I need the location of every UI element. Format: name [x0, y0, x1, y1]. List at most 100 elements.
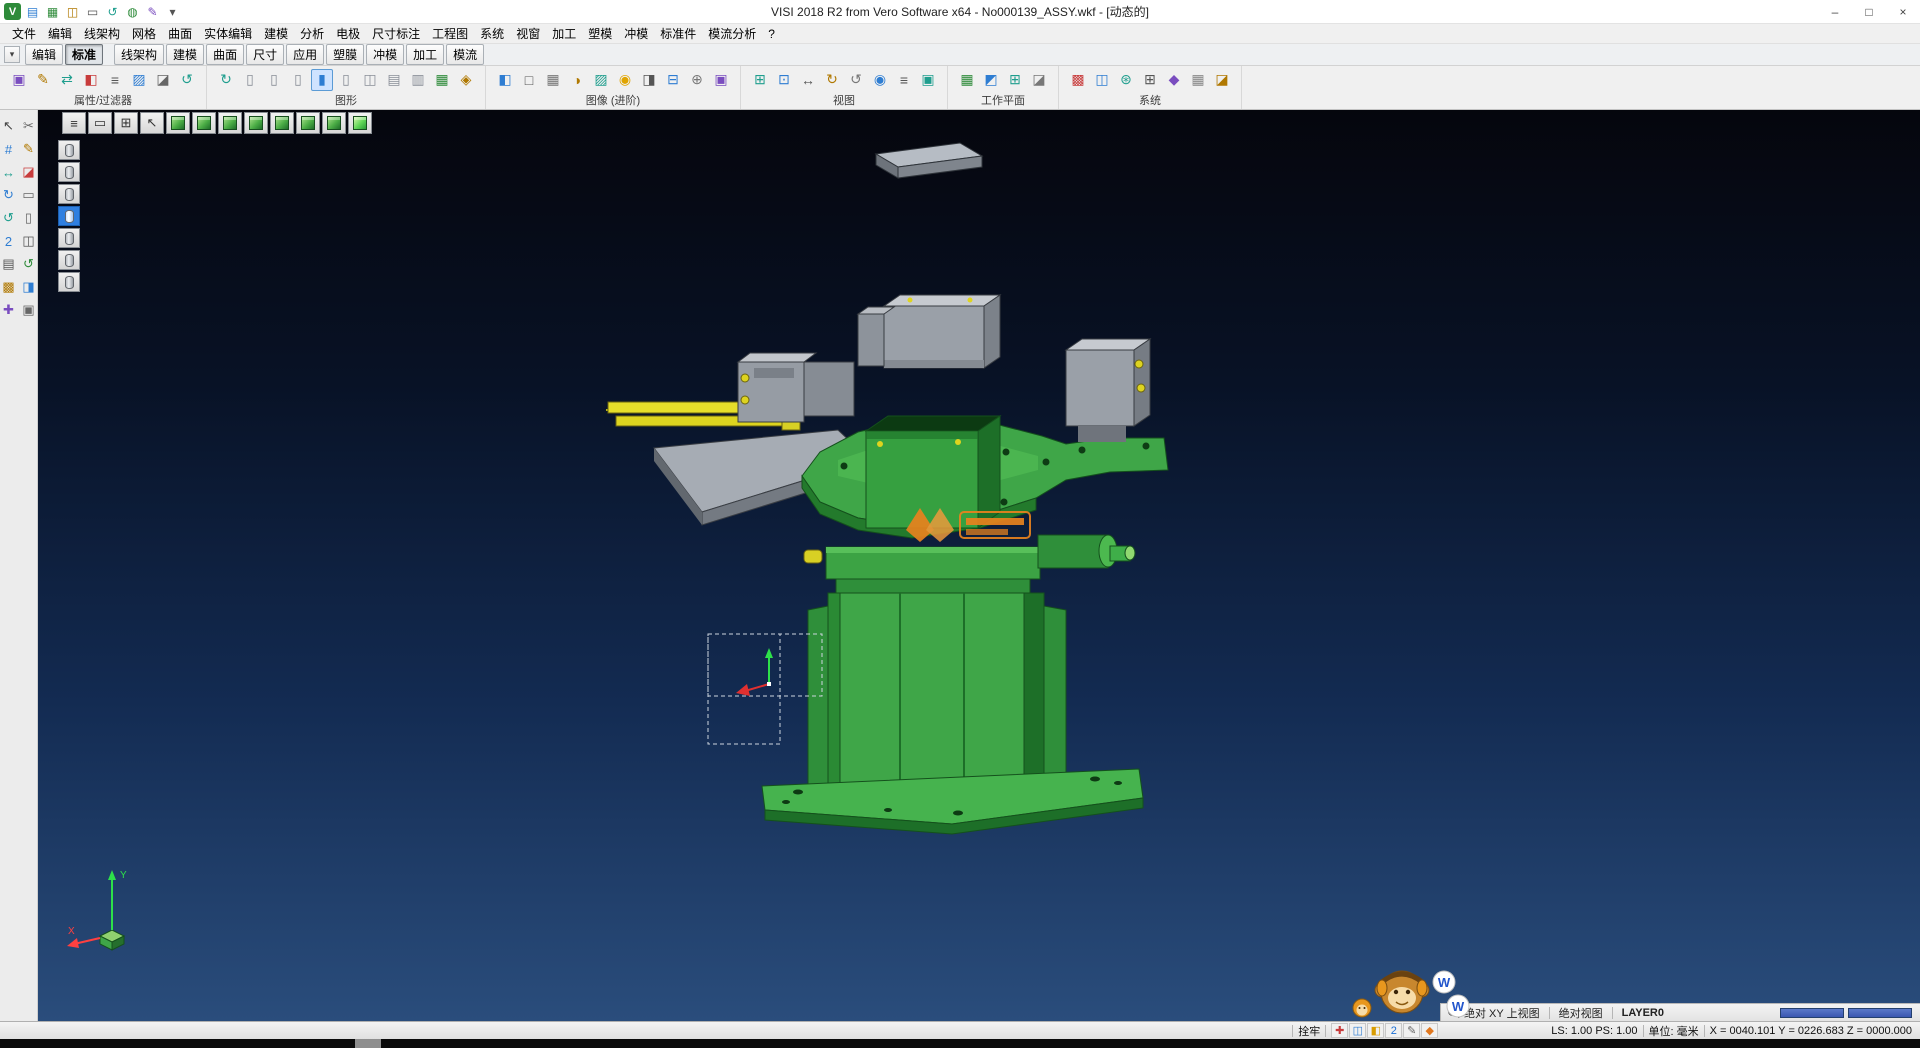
- options-icon[interactable]: ⊛: [1115, 69, 1137, 91]
- printer-icon[interactable]: ▤: [1, 256, 17, 272]
- tab[interactable]: 模流: [446, 44, 484, 65]
- transform-icon[interactable]: ↻: [1, 187, 17, 203]
- layer-filter-icon[interactable]: ≡: [104, 69, 126, 91]
- zoom-extents-icon[interactable]: ⊞: [749, 69, 771, 91]
- snap-settings-icon[interactable]: ◆: [1163, 69, 1185, 91]
- edit-status-icon[interactable]: ✎: [1403, 1023, 1420, 1038]
- dynamic-view-icon[interactable]: ◉: [869, 69, 891, 91]
- cube-status-icon[interactable]: ◆: [1421, 1023, 1438, 1038]
- scissors-icon[interactable]: ✂: [21, 118, 37, 134]
- undo-icon[interactable]: ↺: [104, 3, 121, 20]
- menu-item[interactable]: 视窗: [510, 24, 546, 43]
- section-view-icon[interactable]: ⊟: [662, 69, 684, 91]
- tab[interactable]: 编辑: [25, 44, 63, 65]
- menu-item[interactable]: ?: [762, 26, 781, 42]
- tab[interactable]: 应用: [286, 44, 324, 65]
- view-iso-icon[interactable]: [296, 112, 320, 134]
- graphics-settings-icon[interactable]: ◈: [455, 69, 477, 91]
- fullscreen-icon[interactable]: ▣: [917, 69, 939, 91]
- floppy-icon[interactable]: ▣: [21, 302, 37, 318]
- print-icon[interactable]: ▭: [84, 3, 101, 20]
- move-icon[interactable]: ↔: [1, 164, 17, 180]
- page-table-icon[interactable]: ▦: [431, 69, 453, 91]
- half-status-icon[interactable]: ◧: [1367, 1023, 1384, 1038]
- multi-view-icon[interactable]: ⊞: [114, 112, 138, 134]
- scale-indicator[interactable]: LS: 1.00 PS: 1.00: [1551, 1025, 1637, 1037]
- pointer-icon[interactable]: ↖: [1, 118, 17, 134]
- entity-filter-icon[interactable]: ◪: [152, 69, 174, 91]
- layer-indicator[interactable]: LAYER0: [1622, 1007, 1664, 1019]
- pick-view-icon[interactable]: ↖: [140, 112, 164, 134]
- view-front-icon[interactable]: [192, 112, 216, 134]
- page-list-icon[interactable]: ▥: [407, 69, 429, 91]
- snapshot-icon[interactable]: ▣: [710, 69, 732, 91]
- match-properties-icon[interactable]: ⇄: [56, 69, 78, 91]
- page-blank-icon[interactable]: ▯: [239, 69, 261, 91]
- calculator-icon[interactable]: ◪: [1211, 69, 1233, 91]
- tab[interactable]: 加工: [406, 44, 444, 65]
- help-2d-icon[interactable]: 2: [1, 233, 17, 249]
- filter-button[interactable]: [58, 184, 80, 204]
- filter-icon[interactable]: ◧: [80, 69, 102, 91]
- page-stack-icon[interactable]: ◫: [359, 69, 381, 91]
- rotate-view-icon[interactable]: ↻: [821, 69, 843, 91]
- properties-icon[interactable]: ▣: [8, 69, 30, 91]
- shaded-view-icon[interactable]: ◧: [494, 69, 516, 91]
- notes-icon[interactable]: ▭: [21, 187, 37, 203]
- menu-item[interactable]: 工程图: [426, 24, 474, 43]
- cross-status-icon[interactable]: ✚: [1331, 1023, 1348, 1038]
- view-top-icon[interactable]: [166, 112, 190, 134]
- menu-item[interactable]: 标准件: [654, 24, 702, 43]
- open-file-icon[interactable]: ▦: [44, 3, 61, 20]
- pan-icon[interactable]: ↔: [797, 69, 819, 91]
- menu-item[interactable]: 电极: [330, 24, 366, 43]
- redraw-icon[interactable]: ↻: [215, 69, 237, 91]
- absolute-view-label[interactable]: 绝对视图: [1559, 1005, 1603, 1021]
- menu-item[interactable]: 塑模: [582, 24, 618, 43]
- doc-status-icon[interactable]: ◫: [1349, 1023, 1366, 1038]
- tools-plus-icon[interactable]: ✚: [1, 302, 17, 318]
- menu-item[interactable]: 曲面: [162, 24, 198, 43]
- recycle-icon[interactable]: ↺: [21, 256, 37, 272]
- tab[interactable]: 线架构: [114, 44, 164, 65]
- filter-button[interactable]: [58, 206, 80, 226]
- monitor-icon[interactable]: ◫: [1091, 69, 1113, 91]
- view-orientation-label[interactable]: 绝对 XY 上视图: [1464, 1005, 1540, 1021]
- previous-view-icon[interactable]: ↺: [845, 69, 867, 91]
- view-iso-rear-icon[interactable]: [322, 112, 346, 134]
- pencil-edit-icon[interactable]: ✎: [21, 141, 37, 157]
- reset-filter-icon[interactable]: ↺: [176, 69, 198, 91]
- matrix-icon[interactable]: ▦: [1187, 69, 1209, 91]
- tab-dropdown-button[interactable]: ▾: [4, 46, 20, 63]
- view-right-icon[interactable]: [218, 112, 242, 134]
- view-dynamic-icon[interactable]: [348, 112, 372, 134]
- screen-icon[interactable]: ◫: [21, 233, 37, 249]
- viewport[interactable]: ≡▭⊞↖: [38, 110, 1920, 1021]
- maximize-button[interactable]: □: [1852, 0, 1886, 23]
- color-filter-icon[interactable]: ▨: [128, 69, 150, 91]
- view-back-icon[interactable]: [270, 112, 294, 134]
- menu-item[interactable]: 实体编辑: [198, 24, 258, 43]
- menu-item[interactable]: 网格: [126, 24, 162, 43]
- units-indicator[interactable]: 单位: 毫米: [1649, 1023, 1699, 1039]
- hidden-line-icon[interactable]: ▦: [542, 69, 564, 91]
- palette-icon[interactable]: ▩: [1, 279, 17, 295]
- shadow-icon[interactable]: ◨: [638, 69, 660, 91]
- render-icon[interactable]: ◑: [566, 69, 588, 91]
- blank-view-icon[interactable]: ▭: [88, 112, 112, 134]
- menu-item[interactable]: 模流分析: [702, 24, 762, 43]
- page-doc-icon[interactable]: ▯: [21, 210, 37, 226]
- color-palette-icon[interactable]: ▩: [1067, 69, 1089, 91]
- filter-button[interactable]: [58, 228, 80, 248]
- view-manager-icon[interactable]: ≡: [893, 69, 915, 91]
- page-selected-icon[interactable]: ▮: [311, 69, 333, 91]
- world-icon[interactable]: ◍: [124, 3, 141, 20]
- menu-item[interactable]: 尺寸标注: [366, 24, 426, 43]
- grid-icon[interactable]: ⊞: [1139, 69, 1161, 91]
- filter-button[interactable]: [58, 162, 80, 182]
- tab[interactable]: 曲面: [206, 44, 244, 65]
- color-swatch[interactable]: [1848, 1008, 1912, 1018]
- menu-item[interactable]: 编辑: [42, 24, 78, 43]
- texture-icon[interactable]: ▨: [590, 69, 612, 91]
- page-blank3-icon[interactable]: ▯: [287, 69, 309, 91]
